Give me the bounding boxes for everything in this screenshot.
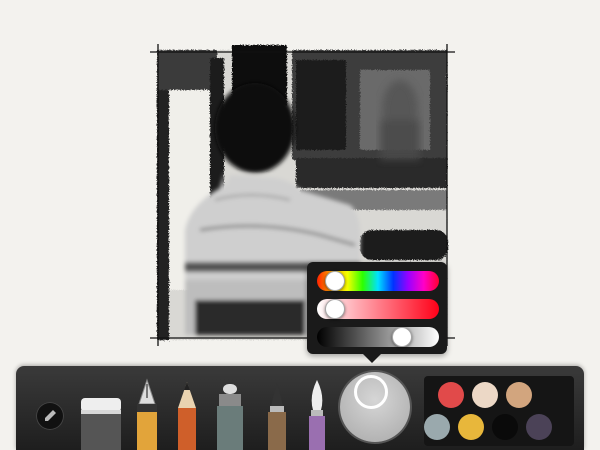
color-swatch-tray — [424, 376, 574, 446]
brightness-slider-knob[interactable] — [391, 327, 412, 347]
color-swatch[interactable] — [458, 414, 484, 440]
drawing-canvas[interactable] — [0, 0, 600, 370]
color-swatch[interactable] — [438, 382, 464, 408]
color-wheel-button[interactable] — [340, 372, 410, 442]
hue-slider[interactable] — [317, 271, 439, 291]
saturation-slider-knob[interactable] — [325, 299, 346, 319]
fountain-pen-icon — [137, 378, 157, 450]
hue-slider-knob[interactable] — [325, 271, 346, 291]
pencil-icon — [178, 382, 196, 450]
sketch-artwork — [150, 44, 455, 346]
brush-tool[interactable] — [259, 376, 295, 450]
fountain-pen-tool[interactable] — [129, 376, 165, 450]
marker-icon — [217, 384, 243, 450]
color-picker-popover — [307, 262, 447, 363]
current-color-ring — [354, 375, 388, 409]
brush-icon — [268, 382, 286, 450]
watercolor-brush-tool[interactable] — [299, 376, 335, 450]
tool-tray — [16, 366, 584, 450]
eraser-icon — [81, 398, 121, 412]
brightness-slider[interactable] — [317, 327, 439, 347]
color-swatch[interactable] — [526, 414, 552, 440]
color-swatch[interactable] — [472, 382, 498, 408]
pencil-tool[interactable] — [169, 376, 205, 450]
tools-menu-button[interactable] — [36, 402, 64, 430]
saturation-slider[interactable] — [317, 299, 439, 319]
color-swatch[interactable] — [506, 382, 532, 408]
watercolor-brush-icon — [309, 380, 325, 450]
marker-tool[interactable] — [210, 376, 250, 450]
color-swatch[interactable] — [424, 414, 450, 440]
color-swatch[interactable] — [492, 414, 518, 440]
eraser-tool[interactable] — [76, 386, 126, 450]
pencil-icon — [45, 410, 56, 421]
